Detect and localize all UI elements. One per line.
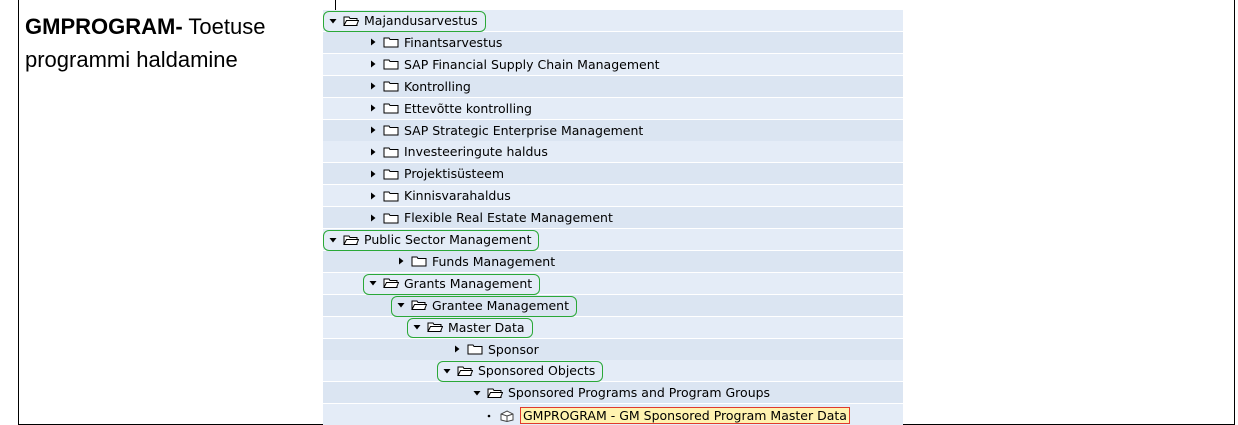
- folder-icon: [383, 80, 399, 92]
- caret-right-icon[interactable]: [451, 343, 463, 355]
- folder-open-icon: [383, 277, 400, 289]
- tree-node-label: Investeeringute haldus: [404, 144, 548, 160]
- transaction-description-cell: GMPROGRAM- Toetuse programmi haldamine: [25, 10, 325, 76]
- caret-right-icon[interactable]: [367, 102, 379, 114]
- tree-node-label: Master Data: [448, 319, 525, 335]
- tree-node-label: Funds Management: [432, 253, 556, 269]
- tree-node-label: Grantee Management: [432, 297, 570, 313]
- caret-down-icon[interactable]: [367, 277, 379, 289]
- folder-icon: [383, 102, 399, 114]
- folder-icon: [383, 168, 399, 180]
- tree-node-label: Finantsarvestus: [404, 34, 503, 50]
- folder-open-icon: [411, 299, 428, 311]
- tree-node[interactable]: Sponsored Objects: [323, 360, 903, 383]
- tree-node[interactable]: Ettevõtte kontrolling: [323, 97, 903, 120]
- folder-icon: [383, 58, 399, 70]
- folder-open-icon: [343, 234, 360, 246]
- tree-node-label: Sponsor: [488, 341, 539, 357]
- tree-node-label: SAP Financial Supply Chain Management: [404, 56, 660, 72]
- tree-node[interactable]: Kinnisvarahaldus: [323, 185, 903, 208]
- folder-icon: [383, 146, 399, 158]
- tree-node[interactable]: Finantsarvestus: [323, 31, 903, 54]
- caret-right-icon[interactable]: [367, 146, 379, 158]
- tree-node-label: Public Sector Management: [364, 232, 532, 247]
- bullet-icon[interactable]: [483, 410, 495, 422]
- tree-node[interactable]: Sponsored Programs and Program Groups: [323, 382, 903, 405]
- tree-node[interactable]: Projektisüsteem: [323, 163, 903, 186]
- caret-right-icon[interactable]: [367, 168, 379, 180]
- caret-right-icon[interactable]: [395, 255, 407, 267]
- caret-down-icon[interactable]: [441, 365, 453, 377]
- caret-right-icon[interactable]: [367, 212, 379, 224]
- tree-node-label: Sponsored Objects: [478, 363, 596, 379]
- caret-down-icon[interactable]: [395, 299, 407, 311]
- tree-node-label: Kinnisvarahaldus: [404, 188, 511, 204]
- tree-node[interactable]: SAP Strategic Enterprise Management: [323, 119, 903, 142]
- caret-right-icon[interactable]: [367, 58, 379, 70]
- transaction-cube-icon: [499, 410, 515, 422]
- tree-node[interactable]: Grants Management: [323, 272, 903, 295]
- tree-node[interactable]: Sponsor: [323, 338, 903, 361]
- tree-node-label: Grants Management: [404, 275, 533, 291]
- tree-node[interactable]: Grantee Management: [323, 294, 903, 317]
- folder-icon: [383, 36, 399, 48]
- tree-node-label: Kontrolling: [404, 78, 471, 94]
- folder-open-icon: [457, 365, 474, 377]
- folder-open-icon: [427, 321, 444, 333]
- tree-node-label: Projektisüsteem: [404, 166, 505, 182]
- tree-node[interactable]: Investeeringute haldus: [323, 141, 903, 164]
- caret-right-icon[interactable]: [367, 124, 379, 136]
- caret-down-icon[interactable]: [327, 15, 339, 27]
- caret-down-icon[interactable]: [411, 321, 423, 333]
- caret-right-icon[interactable]: [367, 190, 379, 202]
- tree-node-label: Flexible Real Estate Management: [404, 210, 613, 226]
- tree-node[interactable]: Majandusarvestus: [323, 10, 903, 32]
- caret-right-icon[interactable]: [367, 80, 379, 92]
- tree-node[interactable]: Public Sector Management: [323, 229, 903, 251]
- tree-node[interactable]: Flexible Real Estate Management: [323, 207, 903, 230]
- tree-node-label: Majandusarvestus: [364, 13, 478, 28]
- transaction-code: GMPROGRAM-: [25, 14, 183, 39]
- tree-node-label: GMPROGRAM - GM Sponsored Program Master …: [520, 407, 850, 425]
- folder-icon: [411, 255, 427, 267]
- tree-node-label: Sponsored Programs and Program Groups: [508, 385, 771, 401]
- tree-node[interactable]: GMPROGRAM - GM Sponsored Program Master …: [323, 404, 903, 425]
- folder-icon: [383, 190, 399, 202]
- tree-node-label: SAP Strategic Enterprise Management: [404, 122, 644, 138]
- tree-node[interactable]: Funds Management: [323, 250, 903, 273]
- folder-icon: [467, 343, 483, 355]
- tree-node[interactable]: Master Data: [323, 316, 903, 339]
- caret-down-icon[interactable]: [327, 234, 339, 246]
- caret-down-icon[interactable]: [471, 387, 483, 399]
- tree-node[interactable]: SAP Financial Supply Chain Management: [323, 53, 903, 76]
- folder-open-icon: [343, 15, 360, 27]
- folder-icon: [383, 124, 399, 136]
- caret-right-icon[interactable]: [367, 36, 379, 48]
- tree-node[interactable]: Kontrolling: [323, 75, 903, 98]
- folder-open-icon: [487, 387, 504, 399]
- folder-icon: [383, 212, 399, 224]
- tree-node-label: Ettevõtte kontrolling: [404, 100, 532, 116]
- sap-menu-tree: Majandusarvestus Finantsarvestus SAP Finan…: [323, 10, 903, 425]
